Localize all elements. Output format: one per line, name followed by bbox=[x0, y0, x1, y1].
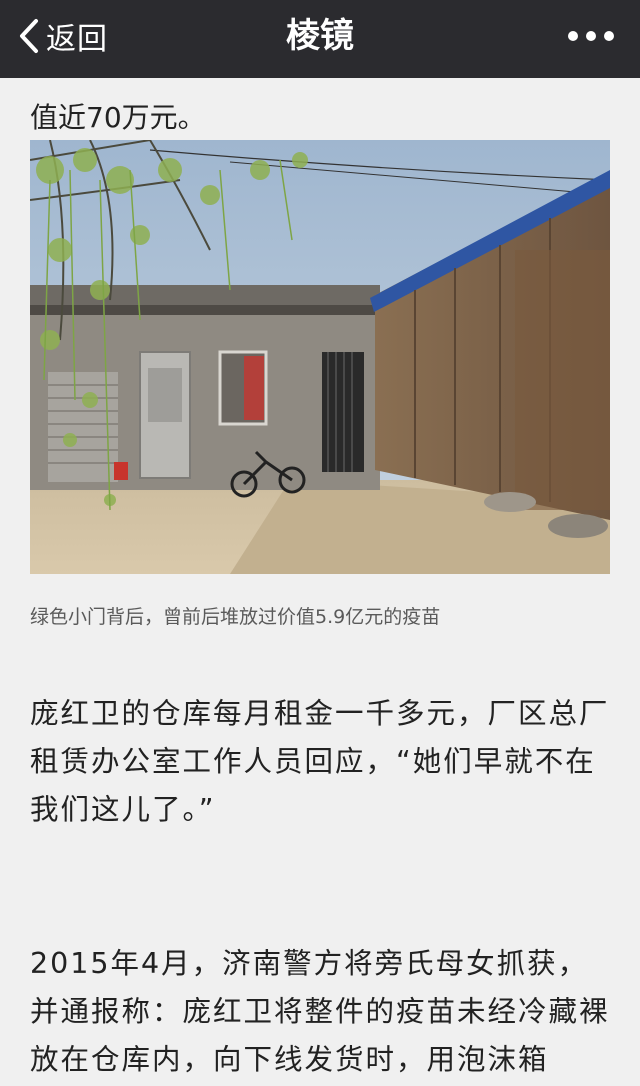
article-paragraph: 2015年4月，济南警方将旁氏母女抓获，并通报称：庞红卫将整件的疫苗未经冷藏裸放… bbox=[30, 947, 610, 1076]
more-dot-icon bbox=[604, 31, 614, 41]
article-lead-line: 值近70万元。 bbox=[30, 101, 206, 134]
photo-caption: 绿色小门背后，曾前后堆放过价值5.9亿元的疫苗 bbox=[30, 606, 441, 628]
article-body: 值近70万元。 绿色小门背后，曾前后堆放过价值5.9亿元的疫苗 庞红卫的仓库每月… bbox=[0, 78, 640, 1086]
more-dot-icon bbox=[586, 31, 596, 41]
page-title: 棱镜 bbox=[286, 16, 354, 56]
more-options-button[interactable] bbox=[568, 22, 614, 50]
more-dot-icon bbox=[568, 31, 578, 41]
warehouse-photo-image bbox=[30, 140, 610, 574]
top-nav-bar: 返回 棱镜 bbox=[0, 0, 640, 78]
article-paragraph: 庞红卫的仓库每月租金一千多元，厂区总厂租赁办公室工作人员回应，“她们早就不在我们… bbox=[30, 697, 610, 826]
article-photo[interactable] bbox=[30, 140, 610, 574]
